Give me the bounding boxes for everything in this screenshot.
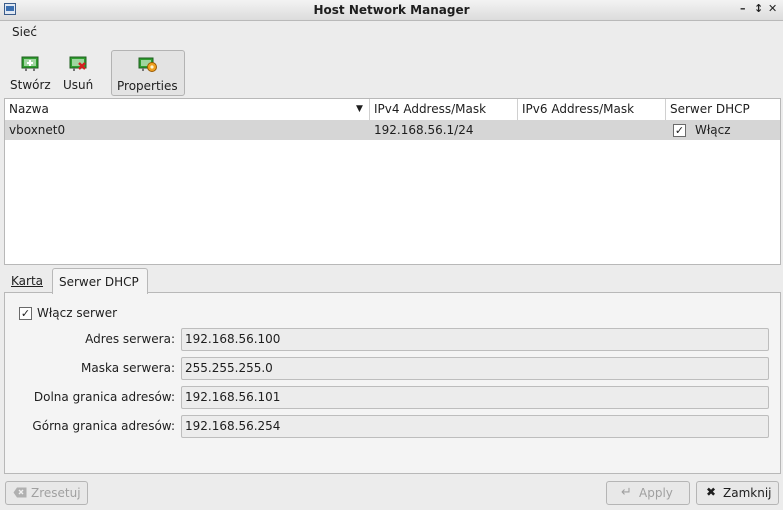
maximize-icon[interactable]: ↕ [754, 2, 763, 15]
apply-button[interactable]: ↵ Apply [606, 481, 690, 505]
row-dhcp-label: Włącz [695, 123, 731, 137]
properties-icon [138, 57, 157, 72]
reset-button[interactable]: Zresetuj [5, 481, 88, 505]
close-window-icon[interactable]: ✕ [768, 2, 777, 15]
lower-bound-label: Dolna granica adresów: [33, 390, 175, 404]
dhcp-panel: ✓ Włącz serwer [4, 292, 781, 474]
server-address-value: 192.168.56.100 [185, 332, 281, 346]
enable-server-label: Włącz serwer [37, 306, 118, 320]
column-ipv4[interactable]: IPv4 Address/Mask [374, 102, 486, 116]
remove-network-icon [69, 56, 87, 71]
window-title: Host Network Manager [313, 3, 470, 17]
row-dhcp-checkbox[interactable]: ✓ [673, 124, 686, 137]
minimize-icon[interactable]: – [740, 2, 746, 15]
tab-dhcp-server[interactable]: Serwer DHCP [52, 268, 148, 294]
remove-button[interactable]: Usuń [60, 50, 98, 94]
close-button[interactable]: ✖ Zamknij [696, 481, 779, 505]
server-mask-field[interactable]: 255.255.255.0 [181, 357, 769, 380]
title-bar: Host Network Manager – ↕ ✕ [0, 0, 783, 21]
create-label: Stwórz [10, 78, 51, 92]
table-row[interactable]: vboxnet0 192.168.56.1/24 ✓ Włącz [5, 120, 780, 140]
reset-icon [13, 487, 27, 498]
tab-dhcp-label: Serwer DHCP [59, 275, 139, 289]
tab-adapter-label: Karta [11, 274, 44, 288]
row-name: vboxnet0 [9, 123, 66, 137]
reset-label: Zresetuj [31, 486, 81, 500]
upper-bound-label: Górna granica adresów: [32, 419, 175, 433]
upper-bound-field[interactable]: 192.168.56.254 [181, 415, 769, 438]
lower-bound-field[interactable]: 192.168.56.101 [181, 386, 769, 409]
column-dhcp[interactable]: Serwer DHCP [670, 102, 750, 116]
apply-label: Apply [639, 486, 673, 500]
properties-button[interactable]: Properties [111, 50, 185, 96]
server-mask-value: 255.255.255.0 [185, 361, 273, 375]
remove-label: Usuń [63, 78, 94, 92]
column-name[interactable]: Nazwa [9, 102, 49, 116]
menu-network[interactable]: Sieć [12, 25, 37, 39]
close-label: Zamknij [723, 486, 772, 500]
tab-adapter[interactable]: Karta [6, 268, 50, 292]
server-address-field[interactable]: 192.168.56.100 [181, 328, 769, 351]
create-button[interactable]: Stwórz [8, 50, 54, 94]
server-address-label: Adres serwera: [85, 332, 175, 346]
sort-down-icon: ▼ [356, 104, 363, 114]
create-network-icon [21, 56, 39, 71]
properties-label: Properties [117, 79, 178, 93]
lower-bound-value: 192.168.56.101 [185, 390, 281, 404]
server-mask-label: Maska serwera: [81, 361, 175, 375]
apply-icon: ↵ [621, 485, 632, 500]
table-header: Nazwa ▼ IPv4 Address/Mask IPv6 Address/M… [5, 99, 780, 121]
upper-bound-value: 192.168.56.254 [185, 419, 281, 433]
enable-server-checkbox[interactable]: ✓ [19, 307, 32, 320]
close-icon: ✖ [706, 485, 717, 499]
row-ipv4: 192.168.56.1/24 [374, 123, 474, 137]
network-table[interactable]: Nazwa ▼ IPv4 Address/Mask IPv6 Address/M… [4, 98, 781, 265]
column-ipv6[interactable]: IPv6 Address/Mask [522, 102, 634, 116]
